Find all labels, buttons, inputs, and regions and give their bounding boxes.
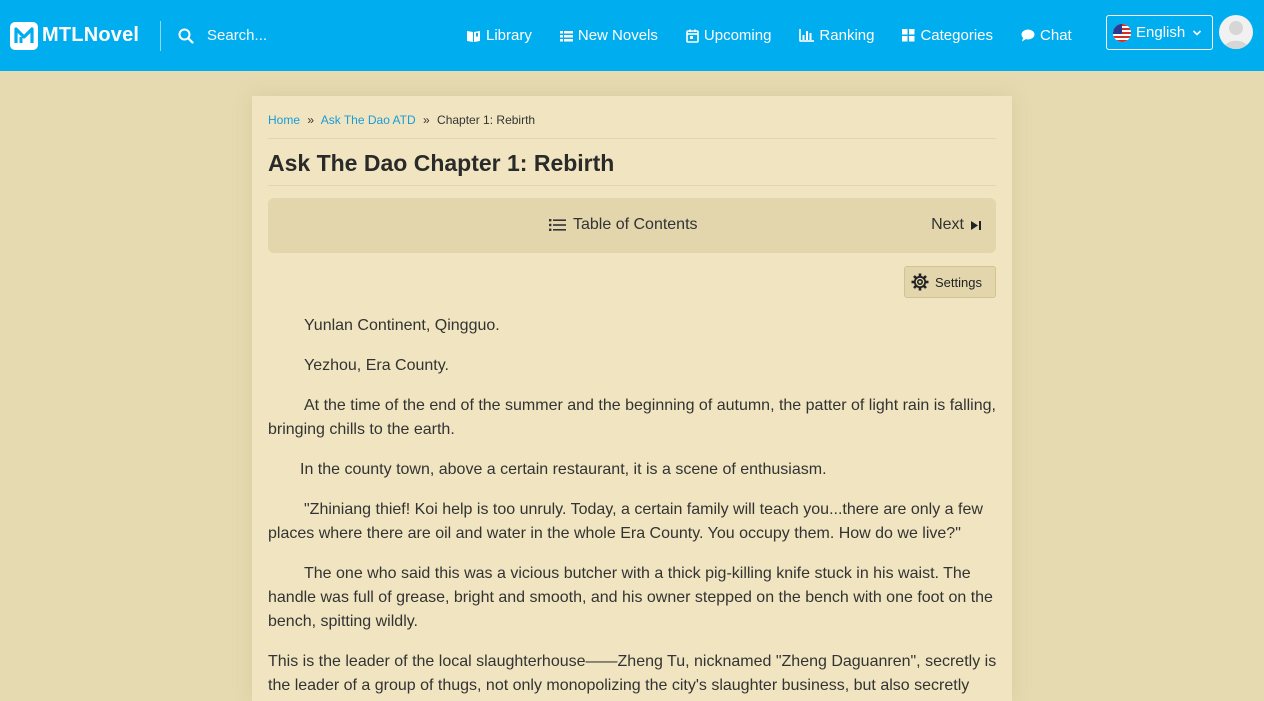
book-icon [467,30,480,42]
nav-categories-label: Categories [920,27,994,44]
search-box [178,16,438,56]
paragraph: Yunlan Continent, Qingguo. [304,317,500,334]
breadcrumb-novel-link[interactable]: Ask The Dao ATD [321,113,416,127]
chapter-text: Yunlan Continent, Qingguo. Yezhou, Era C… [268,314,998,701]
search-icon[interactable] [178,28,194,44]
user-avatar-icon [1223,21,1249,49]
nav-ranking-label: Ranking [819,27,875,44]
chapter-title: Ask The Dao Chapter 1: Rebirth [268,150,615,176]
nav-ranking[interactable]: Ranking [799,27,874,44]
nav-categories[interactable]: Categories [902,27,993,44]
nav-library[interactable]: Library [466,27,532,44]
paragraph: This is the leader of the local slaughte… [268,653,997,694]
paragraph: The one who said this was a vicious butc… [268,565,993,630]
brand-name: MTLNovel [42,24,140,46]
language-label: English [1136,24,1186,41]
table-of-contents-button[interactable]: Table of Contents [549,216,698,234]
search-input[interactable] [207,27,407,44]
grid-icon [902,29,915,42]
breadcrumb: Home » Ask The Dao ATD » Chapter 1: Rebi… [268,113,535,127]
table-of-contents-label: Table of Contents [573,216,698,233]
skip-next-icon [971,220,981,230]
settings-label: Settings [935,274,982,290]
settings-button[interactable]: Settings [904,266,996,298]
chevron-down-icon [1193,29,1202,36]
chat-bubble-icon [1021,29,1035,42]
nav-chat-label: Chat [1040,27,1072,44]
bar-chart-icon [799,29,815,42]
paragraph: "Zhiniang thief! Koi help is too unruly.… [268,501,983,542]
nav-library-label: Library [486,27,532,44]
chapter-navigation: Table of Contents Next [268,198,996,253]
mtlnovel-logo-icon [10,21,38,50]
paragraph: At the time of the end of the summer and… [268,397,996,438]
gear-icon [911,273,929,291]
divider [268,138,996,139]
list-icon [549,219,566,231]
breadcrumb-home-link[interactable]: Home [268,113,300,127]
paragraph: Yezhou, Era County. [304,357,449,374]
nav-chat[interactable]: Chat [1021,27,1072,44]
nav-new-novels-label: New Novels [577,27,658,44]
us-flag-icon [1113,23,1131,42]
breadcrumb-separator: » [423,113,430,127]
list-icon [559,30,573,41]
user-avatar[interactable] [1219,15,1253,49]
breadcrumb-current: Chapter 1: Rebirth [437,113,536,127]
divider [268,185,996,186]
paragraph: In the county town, above a certain rest… [300,461,827,478]
next-label: Next [931,216,964,233]
nav-new-novels[interactable]: New Novels [559,27,658,44]
calendar-icon [686,29,699,43]
main-nav: Library New Novels Upcoming Ranking Cate… [466,0,1100,71]
next-chapter-button[interactable]: Next [931,216,982,234]
nav-upcoming-label: Upcoming [703,27,772,44]
top-navbar: MTLNovel Library New Novels [0,0,1264,71]
nav-upcoming[interactable]: Upcoming [686,27,772,44]
brand-logo-link[interactable]: MTLNovel [0,20,161,51]
language-selector[interactable]: English [1106,15,1213,50]
breadcrumb-separator: » [307,113,315,127]
